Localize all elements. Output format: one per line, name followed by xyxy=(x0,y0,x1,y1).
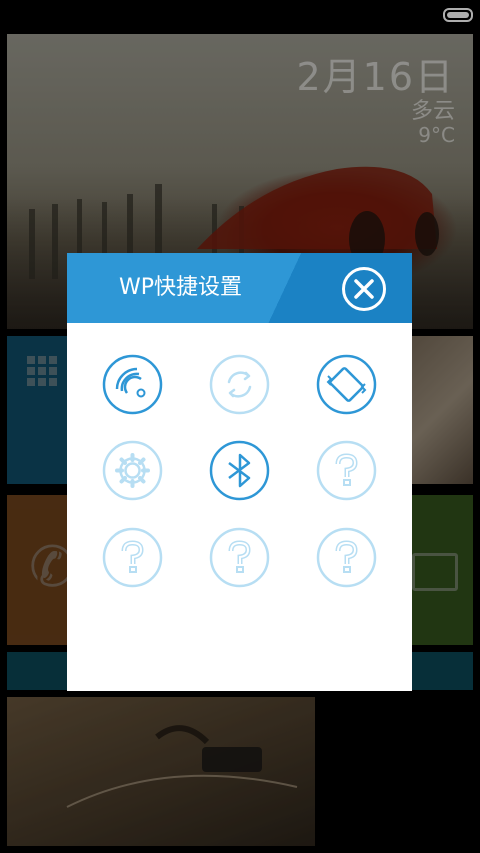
question-icon xyxy=(102,527,163,588)
unknown-toggle-3[interactable] xyxy=(209,527,270,588)
question-icon xyxy=(316,440,377,501)
wifi-icon xyxy=(102,354,163,415)
auto-sync-toggle[interactable] xyxy=(209,354,270,415)
toggle-grid xyxy=(102,354,377,588)
wifi-toggle[interactable] xyxy=(102,354,163,415)
question-icon xyxy=(316,527,377,588)
bluetooth-toggle[interactable] xyxy=(209,440,270,501)
close-button[interactable] xyxy=(342,267,386,311)
vibrate-toggle[interactable] xyxy=(316,354,377,415)
unknown-toggle-1[interactable] xyxy=(316,440,377,501)
unknown-toggle-2[interactable] xyxy=(102,527,163,588)
quick-settings-dialog: WP快捷设置 xyxy=(67,253,412,691)
vibrate-icon xyxy=(316,354,377,415)
question-icon xyxy=(209,527,270,588)
dialog-title: WP快捷设置 xyxy=(119,275,243,300)
unknown-toggle-4[interactable] xyxy=(316,527,377,588)
sync-icon xyxy=(209,354,270,415)
bluetooth-icon xyxy=(209,440,270,501)
close-icon xyxy=(354,279,374,299)
gear-icon xyxy=(102,440,163,501)
dialog-header: WP快捷设置 xyxy=(67,253,412,323)
settings-toggle[interactable] xyxy=(102,440,163,501)
